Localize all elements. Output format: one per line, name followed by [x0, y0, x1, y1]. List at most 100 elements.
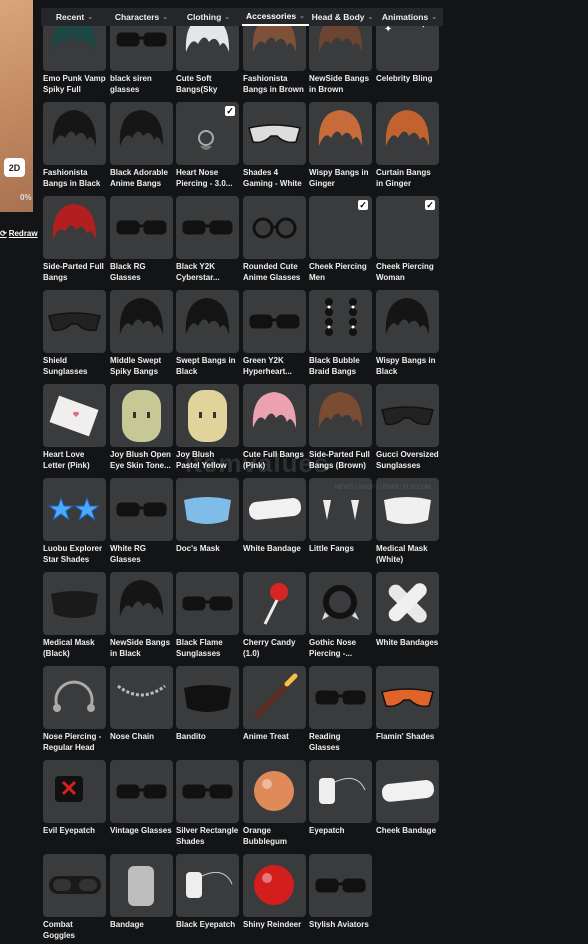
item-thumbnail[interactable]: [43, 854, 106, 917]
item-card[interactable]: Silver Rectangle Shades: [176, 760, 239, 847]
item-card[interactable]: Eyepatch: [309, 760, 372, 847]
item-card[interactable]: Flamin' Shades: [376, 666, 439, 753]
item-card[interactable]: Orange Bubblegum: [243, 760, 306, 847]
checkmark-icon[interactable]: ✓: [358, 200, 368, 210]
item-thumbnail[interactable]: [376, 666, 439, 729]
item-thumbnail[interactable]: [43, 290, 106, 353]
item-thumbnail[interactable]: [110, 196, 173, 259]
item-card[interactable]: Medical Mask (Black): [43, 572, 106, 659]
item-card[interactable]: Wispy Bangs in Ginger: [309, 102, 372, 189]
item-card[interactable]: Black Y2K Cyberstar...: [176, 196, 239, 283]
item-thumbnail[interactable]: [110, 102, 173, 165]
item-thumbnail[interactable]: [309, 666, 372, 729]
item-thumbnail[interactable]: [43, 384, 106, 447]
tab-head-body[interactable]: Head & Body ⌄: [309, 8, 376, 26]
item-thumbnail[interactable]: [43, 572, 106, 635]
item-thumbnail[interactable]: [243, 384, 306, 447]
item-card[interactable]: ✓ Cheek Piercing Men: [309, 196, 372, 283]
item-card[interactable]: Black Bubble Braid Bangs: [309, 290, 372, 377]
item-card[interactable]: White RG Glasses: [110, 478, 173, 565]
item-card[interactable]: Curtain Bangs in Ginger: [376, 102, 439, 189]
item-thumbnail[interactable]: ✓: [376, 196, 439, 259]
item-card[interactable]: Gucci Oversized Sunglasses: [376, 384, 439, 471]
item-card[interactable]: Luobu Explorer Star Shades: [43, 478, 106, 565]
item-thumbnail[interactable]: [176, 290, 239, 353]
item-thumbnail[interactable]: [376, 572, 439, 635]
item-card[interactable]: NewSide Bangs in Black: [110, 572, 173, 659]
redraw-link[interactable]: ⟳ Redraw: [0, 229, 38, 238]
item-thumbnail[interactable]: [243, 572, 306, 635]
item-thumbnail[interactable]: ✓: [110, 19, 173, 71]
item-card[interactable]: White Bandage: [243, 478, 306, 565]
item-thumbnail[interactable]: [176, 196, 239, 259]
item-card[interactable]: Joy Blush Open Eye Skin Tone...: [110, 384, 173, 471]
item-thumbnail[interactable]: [243, 196, 306, 259]
item-card[interactable]: Joy Blush Pastel Yellow Tone Ski...: [176, 384, 239, 471]
item-card[interactable]: Black Adorable Anime Bangs: [110, 102, 173, 189]
item-thumbnail[interactable]: [309, 384, 372, 447]
item-card[interactable]: White Bandages: [376, 572, 439, 659]
item-card[interactable]: Fashionista Bangs in Black: [43, 102, 106, 189]
item-card[interactable]: Bandito: [176, 666, 239, 753]
item-card[interactable]: NewSide Bangs in Brown: [309, 19, 372, 95]
item-card[interactable]: Nose Chain: [110, 666, 173, 753]
item-card[interactable]: Bandage: [110, 854, 173, 941]
item-thumbnail[interactable]: [43, 666, 106, 729]
item-card[interactable]: Wispy Bangs in Black: [376, 290, 439, 377]
item-thumbnail[interactable]: [176, 666, 239, 729]
checkmark-icon[interactable]: ✓: [425, 200, 435, 210]
item-card[interactable]: ✓ Emo Punk Vamp Spiky Full Bang...: [43, 19, 106, 95]
item-card[interactable]: Shiny Reindeer: [243, 854, 306, 941]
item-card[interactable]: Shield Sunglasses: [43, 290, 106, 377]
tab-recent[interactable]: Recent ⌄: [41, 8, 108, 26]
item-thumbnail[interactable]: [176, 384, 239, 447]
item-card[interactable]: ✓ black siren glasses: [110, 19, 173, 95]
item-thumbnail[interactable]: [309, 854, 372, 917]
item-card[interactable]: Side-Parted Full Bangs (Crimso...: [43, 196, 106, 283]
item-thumbnail[interactable]: ✦✦✦: [376, 19, 439, 71]
item-card[interactable]: Medical Mask (White): [376, 478, 439, 565]
item-thumbnail[interactable]: [309, 19, 372, 71]
item-card[interactable]: Vintage Glasses: [110, 760, 173, 847]
item-card[interactable]: Little Fangs: [309, 478, 372, 565]
item-card[interactable]: ✦✦✦ Celebrity Bling: [376, 19, 439, 95]
item-thumbnail[interactable]: [376, 760, 439, 823]
item-thumbnail[interactable]: [376, 102, 439, 165]
item-card[interactable]: Stylish Aviators: [309, 854, 372, 941]
item-card[interactable]: Side-Parted Full Bangs (Brown): [309, 384, 372, 471]
item-thumbnail[interactable]: [110, 478, 173, 541]
item-card[interactable]: Shades 4 Gaming - White: [243, 102, 306, 189]
item-thumbnail[interactable]: ✓: [309, 196, 372, 259]
item-thumbnail[interactable]: [243, 854, 306, 917]
item-thumbnail[interactable]: [43, 102, 106, 165]
item-card[interactable]: ✓ Cheek Piercing Woman: [376, 196, 439, 283]
item-card[interactable]: Black Flame Sunglasses: [176, 572, 239, 659]
item-thumbnail[interactable]: [176, 19, 239, 71]
tab-accessories[interactable]: Accessories ⌄: [242, 8, 309, 26]
item-thumbnail[interactable]: [43, 196, 106, 259]
item-card[interactable]: Anime Treat: [243, 666, 306, 753]
item-thumbnail[interactable]: [243, 102, 306, 165]
item-card[interactable]: Rounded Cute Anime Glasses: [243, 196, 306, 283]
item-thumbnail[interactable]: [43, 478, 106, 541]
item-card[interactable]: Cute Full Bangs (Pink): [243, 384, 306, 471]
item-thumbnail[interactable]: [110, 384, 173, 447]
item-card[interactable]: Combat Goggles: [43, 854, 106, 941]
item-thumbnail[interactable]: [110, 290, 173, 353]
item-card[interactable]: Fashionista Bangs in Brown: [243, 19, 306, 95]
item-thumbnail[interactable]: [243, 760, 306, 823]
item-card[interactable]: Black Eyepatch: [176, 854, 239, 941]
item-thumbnail[interactable]: [309, 102, 372, 165]
view-2d-button[interactable]: 2D: [4, 158, 25, 177]
item-card[interactable]: Reading Glasses: [309, 666, 372, 753]
item-card[interactable]: ✓ Heart Nose Piercing - 3.0...: [176, 102, 239, 189]
item-card[interactable]: Green Y2K Hyperheart...: [243, 290, 306, 377]
item-thumbnail[interactable]: [176, 760, 239, 823]
item-thumbnail[interactable]: [243, 290, 306, 353]
item-thumbnail[interactable]: [110, 854, 173, 917]
item-card[interactable]: Cherry Candy (1.0): [243, 572, 306, 659]
item-card[interactable]: Evil Eyepatch: [43, 760, 106, 847]
item-thumbnail[interactable]: [110, 666, 173, 729]
item-thumbnail[interactable]: [176, 854, 239, 917]
tab-clothing[interactable]: Clothing ⌄: [175, 8, 242, 26]
